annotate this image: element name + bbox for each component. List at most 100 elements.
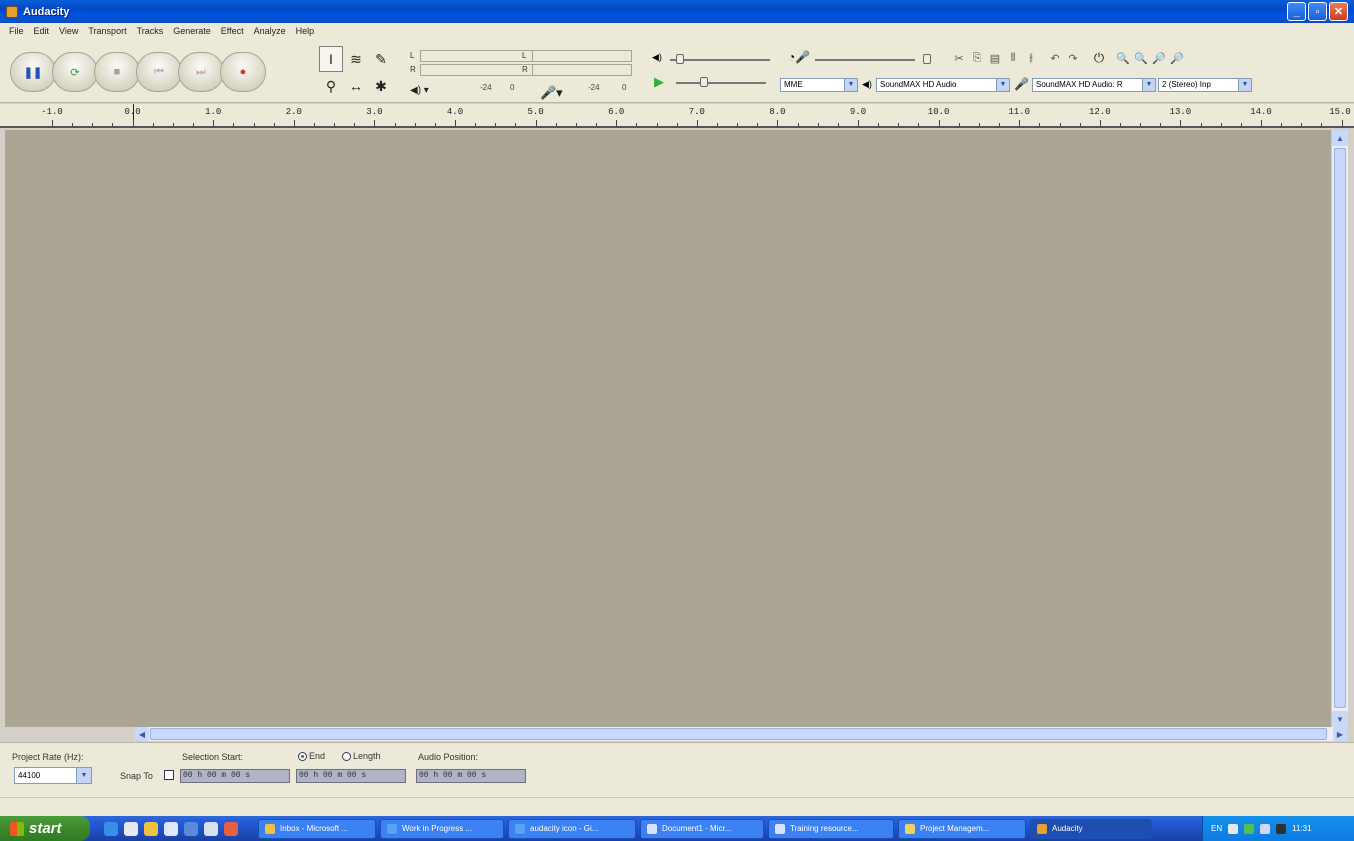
security-icon[interactable] [1244, 823, 1255, 834]
play-at-speed-icon[interactable]: ▶ [654, 74, 664, 90]
horizontal-scroll-thumb[interactable] [150, 728, 1327, 740]
output-volume-thumb[interactable] [676, 54, 684, 64]
play-speed-thumb[interactable] [700, 77, 708, 87]
selection-start-time[interactable]: 00 h 00 m 00 s [180, 769, 290, 783]
task-audacity-icon[interactable]: audacity icon - Gi... [508, 818, 636, 839]
draw-tool-icon[interactable]: ✎ [369, 46, 393, 72]
task-inbox[interactable]: Inbox - Microsoft ... [258, 818, 376, 839]
ruler-tick-label: 1.0 [205, 107, 222, 117]
close-button[interactable]: ✕ [1329, 2, 1348, 21]
task-document1[interactable]: Document1 - Micr... [640, 818, 764, 839]
window-controls: _ ▫ ✕ [1287, 2, 1348, 21]
snap-to-checkbox[interactable] [164, 770, 174, 780]
scroll-left-icon[interactable]: ◀ [135, 727, 149, 741]
length-radio[interactable] [342, 752, 351, 762]
silence-icon[interactable]: ⫲ [1022, 49, 1040, 67]
ruler-minor-tick [152, 123, 154, 126]
desktop-icon[interactable] [124, 821, 138, 836]
ruler-tick-label: 13.0 [1169, 107, 1192, 117]
undo-icon[interactable]: ↶ [1046, 49, 1064, 67]
selection-end-time[interactable]: 00 h 00 m 00 s [296, 769, 406, 783]
network-icon[interactable] [1228, 823, 1239, 834]
menu-edit[interactable]: Edit [29, 26, 55, 36]
zoom-tool-icon[interactable]: ⚲ [319, 73, 343, 99]
vertical-scrollbar[interactable]: ▲ ▼ [1331, 130, 1348, 727]
audio-position-time[interactable]: 00 h 00 m 00 s [416, 769, 526, 783]
trim-icon[interactable]: ⫴ [1004, 49, 1022, 67]
task-work-in-progress[interactable]: Work in Progress ... [380, 818, 504, 839]
start-button[interactable]: start [0, 816, 90, 841]
audio-host-select[interactable]: MME ▼ [780, 78, 858, 92]
record-button[interactable]: ● [220, 52, 266, 92]
menu-tracks[interactable]: Tracks [132, 26, 169, 36]
timeline-ruler[interactable]: -1.0 0.0 1.0 2.0 3.0 4.0 5.0 6.0 7.0 8.0 9.0 10.0 11… [0, 104, 1354, 128]
copy-icon[interactable]: ⎘ [968, 49, 986, 67]
microphone-icon[interactable]: 🎤▾ [540, 85, 563, 101]
folder-task-icon [905, 823, 915, 834]
menu-help[interactable]: Help [291, 26, 320, 36]
input-device-select[interactable]: SoundMAX HD Audio: R ▼ [1032, 78, 1156, 92]
menu-analyze[interactable]: Analyze [249, 26, 291, 36]
paste-icon[interactable]: ▤ [986, 49, 1004, 67]
cut-icon[interactable]: ✂ [950, 49, 968, 67]
task-label: Document1 - Micr... [662, 824, 732, 833]
volume-icon[interactable] [1260, 823, 1271, 834]
pause-button[interactable]: ❚❚ [10, 52, 56, 92]
calendar-icon[interactable] [224, 821, 238, 836]
outlook-icon[interactable] [164, 821, 178, 836]
sync-lock-icon[interactable]: ⏻ [1090, 49, 1108, 67]
device-icon[interactable] [1276, 823, 1287, 834]
zoom-out-icon[interactable]: 🔍 [1132, 49, 1150, 67]
scroll-up-icon[interactable]: ▲ [1332, 130, 1348, 146]
multi-tool-icon[interactable]: ✱ [369, 73, 393, 99]
language-indicator[interactable]: EN [1211, 824, 1222, 833]
task-training-resource[interactable]: Training resource... [768, 818, 894, 839]
ruler-minor-tick [797, 123, 799, 126]
fit-selection-icon[interactable]: 🔎 [1150, 49, 1168, 67]
zoom-in-icon[interactable]: 🔍 [1114, 49, 1132, 67]
scroll-down-icon[interactable]: ▼ [1332, 711, 1348, 727]
skip-start-button[interactable]: ⏮ [136, 52, 182, 92]
word-icon[interactable] [184, 821, 198, 836]
length-radio-group[interactable]: Length [342, 751, 381, 762]
input-channels-select[interactable]: 2 (Stereo) Inp ▼ [1158, 78, 1252, 92]
speaker-icon[interactable]: ◀) ▾ [410, 85, 429, 96]
input-volume-slider[interactable] [815, 59, 915, 61]
project-rate-select[interactable]: 44100 ▼ [14, 767, 92, 784]
menu-effect[interactable]: Effect [216, 26, 249, 36]
input-volume-thumb[interactable] [923, 54, 931, 64]
task-project-management[interactable]: Project Managem... [898, 818, 1026, 839]
output-device-select[interactable]: SoundMAX HD Audio ▼ [876, 78, 1010, 92]
menu-file[interactable]: File [4, 26, 29, 36]
end-radio[interactable] [298, 752, 307, 762]
ie-icon[interactable] [104, 821, 118, 836]
menu-view[interactable]: View [54, 26, 83, 36]
menu-transport[interactable]: Transport [83, 26, 131, 36]
envelope-tool-icon[interactable]: ≋ [344, 46, 368, 72]
track-area[interactable] [5, 130, 1331, 727]
scroll-right-icon[interactable]: ▶ [1333, 727, 1347, 741]
record-meter[interactable]: L R 🎤▾ -24 0 [520, 47, 632, 101]
explorer-icon[interactable] [144, 821, 158, 836]
task-audacity[interactable]: Audacity [1030, 818, 1152, 839]
skip-end-button[interactable]: ⏭ [178, 52, 224, 92]
task-label: Project Managem... [920, 824, 990, 833]
play-button[interactable]: ⟳ [52, 52, 98, 92]
menu-generate[interactable]: Generate [168, 26, 216, 36]
maximize-button[interactable]: ▫ [1308, 2, 1327, 21]
vertical-scroll-thumb[interactable] [1334, 148, 1346, 708]
ruler-minor-tick [112, 123, 114, 126]
redo-icon[interactable]: ↷ [1064, 49, 1082, 67]
play-speed-slider[interactable] [676, 82, 766, 84]
end-radio-group[interactable]: End [298, 751, 325, 762]
minimize-button[interactable]: _ [1287, 2, 1306, 21]
output-volume-slider[interactable] [670, 59, 770, 61]
app-icon[interactable] [204, 821, 218, 836]
timeshift-tool-icon[interactable]: ↔ [344, 73, 368, 99]
stop-button[interactable]: ■ [94, 52, 140, 92]
ruler-major-tick [777, 120, 779, 126]
selection-tool-icon[interactable]: I [319, 46, 343, 72]
horizontal-scrollbar[interactable]: ◀ ▶ [135, 727, 1347, 741]
fit-project-icon[interactable]: 🔎 [1168, 49, 1186, 67]
ruler-minor-tick [898, 123, 900, 126]
